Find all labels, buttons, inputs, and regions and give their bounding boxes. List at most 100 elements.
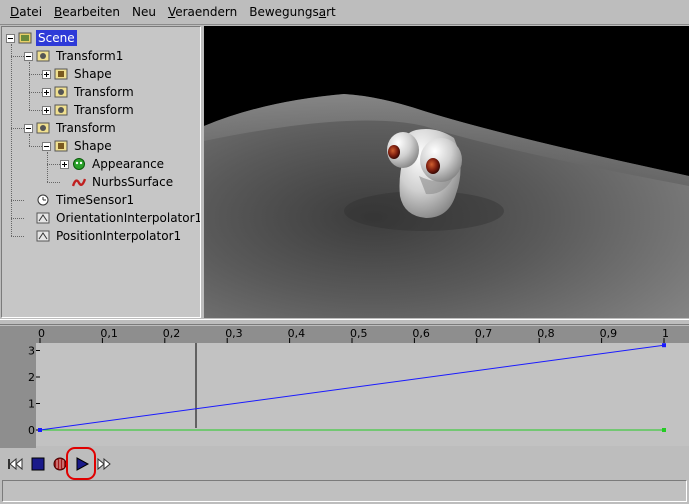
value-tick-label: 0 [28,424,35,437]
panel-splitter[interactable] [0,319,689,325]
tree-node-orientationinterpolator1[interactable]: OrientationInterpolator1 [24,209,201,227]
interpolator-timeline[interactable]: 0 0,1 0,2 0,3 0,4 0,5 0,6 0,7 0,8 0,9 1 0 1 2 3 [0,326,689,448]
shape-icon [54,68,68,80]
fast-forward-icon [97,457,111,471]
tree-node-label: OrientationInterpolator1 [56,211,201,225]
time-tick-label: 0,2 [163,327,181,340]
tree-node-positioninterpolator1[interactable]: PositionInterpolator1 [24,227,183,245]
timeline-graph[interactable]: 0 0,1 0,2 0,3 0,4 0,5 0,6 0,7 0,8 0,9 1 0 1 2 3 [0,326,689,448]
menu-label: eraendern [175,5,238,19]
time-tick-label: 1 [662,327,669,340]
menu-datei[interactable]: Datei [4,2,48,22]
tree-node-shape[interactable]: Shape [42,137,114,155]
tree-node-label: Transform [56,121,116,135]
collapse-icon[interactable] [24,123,33,133]
rewind-icon [8,457,23,471]
menu-veraendern[interactable]: Veraendern [162,2,243,22]
tree-node-label: PositionInterpolator1 [56,229,182,243]
time-tick-label: 0,4 [288,327,306,340]
blue-keyframe [38,428,42,432]
curve-area [36,343,689,446]
blue-keyframe [662,343,666,348]
tree-node-scene[interactable]: Scene [6,29,77,47]
time-tick-label: 0,8 [537,327,555,340]
green-keyframe [662,428,666,432]
tree-connector [47,164,60,165]
expand-icon[interactable] [42,105,51,115]
expand-icon[interactable] [42,87,51,97]
stop-button[interactable] [28,454,48,474]
tree-node-label: TimeSensor1 [56,193,135,207]
transform-icon [36,50,50,62]
scene-icon [18,32,32,44]
time-tick-label: 0 [38,327,45,340]
tree-node-label: Appearance [92,157,165,171]
interpolator-icon [36,230,50,242]
time-sensor-icon [37,194,49,206]
tree-node-label: Transform1 [56,49,124,63]
menu-accelerator: a [318,5,327,19]
menu-neu[interactable]: Neu [126,2,162,22]
rewind-button[interactable] [6,454,26,474]
tree-node-label: NurbsSurface [92,175,174,189]
value-tick-label: 2 [28,371,35,384]
nurbs-surface-icon [72,178,86,187]
value-tick-label: 3 [28,345,35,358]
tree-node-label: Scene [36,30,77,46]
time-tick-label: 0,5 [350,327,368,340]
tree-node-appearance[interactable]: Appearance [60,155,166,173]
expand-icon[interactable] [60,159,69,169]
tree-connector [11,56,24,57]
3d-scene-render [204,94,689,318]
tree-node-timesensor1[interactable]: TimeSensor1 [24,191,136,209]
scene-tree[interactable]: Scene Transform1 Shape Transform Transform Tr… [1,26,201,318]
menu-bearbeiten[interactable]: Bearbeiten [48,2,126,22]
tree-connector [29,110,42,111]
transform-icon [54,86,68,98]
time-tick-label: 0,1 [100,327,118,340]
time-tick-label: 0,9 [600,327,618,340]
tree-connector [11,218,24,219]
tree-node-transform[interactable]: Transform [42,101,136,119]
fast-forward-button[interactable] [94,454,114,474]
tree-connector [11,44,12,236]
appearance-icon [73,158,85,170]
tree-node-nurbssurface[interactable]: NurbsSurface [60,173,175,191]
menu-label: earbeiten [62,5,120,19]
tree-connector [29,74,42,75]
menu-label: Neu [131,5,156,19]
tree-node-shape[interactable]: Shape [42,65,114,83]
menu-label: rt [326,5,336,19]
transform-icon [36,122,50,134]
collapse-icon[interactable] [6,33,15,43]
time-tick-label: 0,3 [225,327,243,340]
interpolator-icon [36,212,50,224]
menu-label: atei [19,5,43,19]
tree-node-label: Shape [74,139,112,153]
collapse-icon[interactable] [24,51,33,61]
tree-connector [29,134,30,146]
expand-icon[interactable] [42,69,51,79]
tree-connector [29,92,42,93]
menu-accelerator: D [10,5,20,19]
menu-bar: Datei Bearbeiten Neu Veraendern Bewegungsart [0,0,689,25]
tree-node-label: Shape [74,67,112,81]
collapse-icon[interactable] [42,141,51,151]
stop-icon [31,457,45,471]
tree-connector [11,236,24,237]
time-tick-label: 0,6 [412,327,430,340]
tree-connector [47,152,48,182]
tree-node-label: Transform [74,85,134,99]
transform-icon [54,104,68,116]
menu-bewegungsart[interactable]: Bewegungsart [243,2,342,22]
tree-node-transform[interactable]: Transform [42,83,136,101]
tree-connector [29,62,30,110]
tree-node-transform[interactable]: Transform [24,119,118,137]
tree-connector [11,200,24,201]
value-tick-label: 1 [28,398,35,411]
tree-node-transform1[interactable]: Transform1 [24,47,125,65]
play-button-highlight [66,447,96,480]
tree-node-label: Transform [74,103,134,117]
time-tick-label: 0,7 [475,327,493,340]
3d-viewport[interactable] [204,26,689,318]
